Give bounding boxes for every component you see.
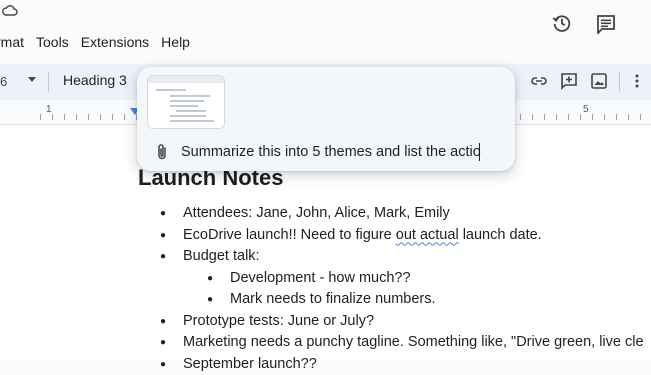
- thumbnail-line: [156, 89, 186, 91]
- thumbnail-line: [170, 120, 214, 122]
- paperclip-icon[interactable]: [155, 143, 169, 161]
- bullet-list: Attendees: Jane, John, Alice, Mark, Emil…: [150, 203, 644, 375]
- list-item[interactable]: EcoDrive launch!! Need to figure out act…: [150, 225, 644, 247]
- list-item[interactable]: Development - how much??: [150, 268, 644, 290]
- list-item[interactable]: Prototype tests: June or July?: [150, 311, 644, 333]
- list-item[interactable]: Attendees: Jane, John, Alice, Mark, Emil…: [150, 203, 644, 225]
- thumbnail-line: [170, 95, 210, 97]
- prompt-input[interactable]: [181, 141, 491, 163]
- paragraph-style-select[interactable]: Heading 3: [63, 72, 127, 88]
- toolbar-divider: [48, 72, 49, 92]
- add-comment-icon[interactable]: [560, 72, 578, 90]
- menu-extensions[interactable]: Extensions: [75, 34, 155, 50]
- menu-help[interactable]: Help: [155, 34, 196, 50]
- list-item[interactable]: Budget talk:: [150, 246, 644, 268]
- zoom-select[interactable]: 6: [0, 74, 7, 89]
- chevron-down-icon[interactable]: [28, 77, 36, 82]
- ruler-label: 5: [583, 104, 589, 115]
- spelling-suggestion[interactable]: out actual: [396, 227, 459, 243]
- text-cursor: [479, 143, 480, 161]
- thumbnail-line: [170, 105, 198, 107]
- thumbnail-toolbar: [148, 76, 224, 83]
- image-icon[interactable]: [590, 72, 608, 90]
- attached-screenshot-thumbnail[interactable]: [147, 75, 225, 129]
- list-item[interactable]: Marketing needs a punchy tagline. Someth…: [150, 332, 644, 354]
- menu-bar: rmat Tools Extensions Help: [0, 30, 196, 54]
- comment-icon[interactable]: [596, 14, 616, 34]
- list-item-text: launch date.: [459, 227, 542, 243]
- list-item[interactable]: September launch??: [150, 354, 644, 375]
- menu-tools[interactable]: Tools: [30, 34, 75, 50]
- thumbnail-line: [170, 100, 204, 102]
- toolbar-divider: [619, 72, 620, 92]
- history-icon[interactable]: [551, 12, 573, 34]
- list-item[interactable]: Mark needs to finalize numbers.: [150, 289, 644, 311]
- list-item-text: EcoDrive launch!! Need to figure: [183, 227, 396, 243]
- ruler-label: 1: [46, 104, 52, 115]
- thumbnail-line: [176, 110, 206, 112]
- more-vert-icon[interactable]: [628, 72, 646, 90]
- title-bar: rmat Tools Extensions Help: [0, 0, 651, 62]
- menu-format[interactable]: rmat: [0, 34, 30, 50]
- thumbnail-line: [170, 115, 206, 117]
- cloud-icon[interactable]: [2, 4, 18, 16]
- ai-prompt-card: [137, 67, 515, 171]
- link-icon[interactable]: [530, 72, 548, 90]
